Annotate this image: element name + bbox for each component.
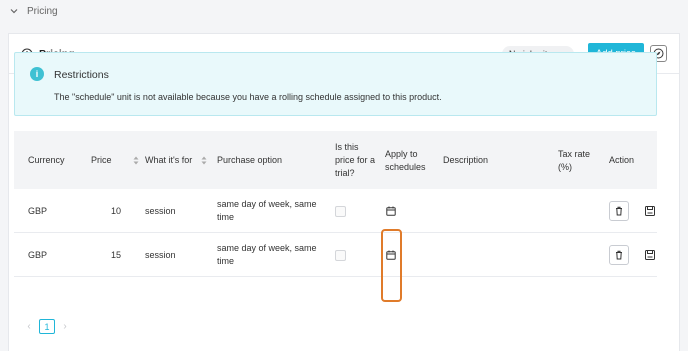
header-price[interactable]: Price <box>91 154 139 167</box>
chevron-right-icon[interactable]: › <box>58 321 72 332</box>
table-row: GBP 10 session same day of week, same ti… <box>14 189 657 233</box>
cell-purchase-option: same day of week, same time <box>217 198 317 224</box>
calendar-icon[interactable] <box>386 206 396 216</box>
header-apply-schedules: Apply to schedules <box>385 148 426 174</box>
header-tax-rate: Tax rate (%) <box>558 148 590 174</box>
cell-purchase-option: same day of week, same time <box>217 242 317 268</box>
header-tax-line2: (%) <box>558 162 572 172</box>
header-trial-line3: trial? <box>335 168 355 178</box>
header-action: Action <box>609 155 635 165</box>
purchase-line2: time <box>217 212 235 222</box>
cell-currency: GBP <box>28 206 48 216</box>
header-trial: Is this price for a trial? <box>335 141 375 180</box>
header-trial-line2: price for a <box>335 155 376 165</box>
save-icon[interactable] <box>644 249 656 261</box>
save-icon[interactable] <box>644 205 656 217</box>
purchase-line1: same day of week, same <box>217 199 317 209</box>
trial-checkbox[interactable] <box>335 250 346 261</box>
cell-what-for: session <box>145 250 176 260</box>
sort-icon[interactable] <box>201 156 207 165</box>
cell-price: 15 <box>110 250 121 260</box>
delete-button[interactable] <box>609 245 629 265</box>
restrictions-message: The "schedule" unit is not available bec… <box>54 92 442 102</box>
schedule-highlight-box <box>381 229 402 302</box>
header-what-for[interactable]: What it's for <box>145 154 207 167</box>
header-trial-line1: Is this <box>335 142 359 152</box>
header-apply-line2: schedules <box>385 162 426 172</box>
header-apply-line1: Apply to <box>385 149 418 159</box>
restrictions-notice: i Restrictions The "schedule" unit is no… <box>14 52 657 116</box>
info-icon: i <box>30 67 44 81</box>
page-number-current[interactable]: 1 <box>39 319 55 334</box>
header-what-for-label: What it's for <box>145 155 193 165</box>
cell-price: 10 <box>110 206 121 216</box>
chevron-down-icon <box>10 9 18 14</box>
sort-icon[interactable] <box>133 156 139 165</box>
pagination: ‹ 1 › <box>22 319 72 334</box>
trash-icon <box>616 206 622 216</box>
header-price-label: Price <box>91 155 112 165</box>
header-tax-line1: Tax rate <box>558 149 591 159</box>
table-row: GBP 15 session same day of week, same ti… <box>14 233 657 277</box>
pricing-table: Currency Price What it's for Purchase op… <box>14 131 657 277</box>
accordion-title: Pricing <box>27 5 58 17</box>
header-currency: Currency <box>28 155 65 165</box>
purchase-line1: same day of week, same <box>217 243 317 253</box>
header-purchase-option: Purchase option <box>217 155 283 165</box>
cell-what-for: session <box>145 206 176 216</box>
pricing-accordion-header[interactable]: Pricing <box>0 0 688 22</box>
cell-currency: GBP <box>28 250 48 260</box>
chevron-left-icon[interactable]: ‹ <box>22 321 36 332</box>
header-description: Description <box>443 155 489 165</box>
restrictions-title: Restrictions <box>54 69 109 81</box>
delete-button[interactable] <box>609 201 629 221</box>
trial-checkbox[interactable] <box>335 206 346 217</box>
purchase-line2: time <box>217 256 235 266</box>
table-header: Currency Price What it's for Purchase op… <box>14 131 657 189</box>
trash-icon <box>616 250 622 260</box>
